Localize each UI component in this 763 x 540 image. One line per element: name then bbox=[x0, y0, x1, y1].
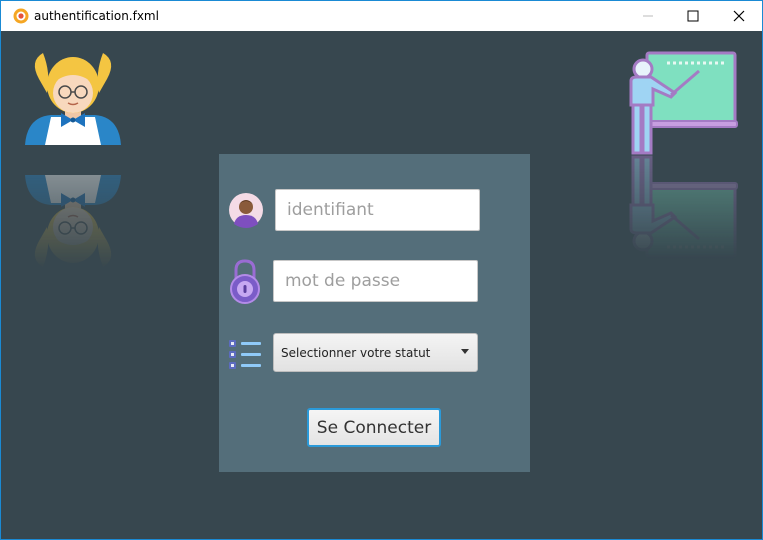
status-select[interactable]: Selectionner votre statut bbox=[273, 333, 478, 372]
app-logo-icon bbox=[13, 8, 29, 24]
connect-button[interactable]: Se Connecter bbox=[307, 408, 441, 447]
username-input[interactable]: identifiant bbox=[275, 189, 480, 231]
app-window: authentification.fxml identifiant mot de… bbox=[0, 0, 763, 540]
user-avatar-icon bbox=[229, 193, 263, 228]
content-area: identifiant mot de passe Selectionner vo… bbox=[1, 31, 762, 539]
list-icon bbox=[229, 340, 261, 369]
maximize-icon bbox=[687, 10, 699, 22]
minimize-button[interactable] bbox=[625, 1, 671, 31]
teacher-board-icon bbox=[629, 51, 739, 259]
padlock-icon bbox=[230, 259, 260, 304]
title-bar[interactable]: authentification.fxml bbox=[1, 1, 762, 31]
close-button[interactable] bbox=[716, 1, 762, 31]
status-select-label: Selectionner votre statut bbox=[281, 345, 431, 360]
window-title: authentification.fxml bbox=[34, 9, 159, 23]
maximize-button[interactable] bbox=[670, 1, 716, 31]
student-girl-icon bbox=[24, 52, 122, 268]
chevron-down-icon bbox=[461, 349, 469, 354]
close-icon bbox=[733, 10, 745, 22]
password-input[interactable]: mot de passe bbox=[273, 260, 478, 302]
minimize-icon bbox=[643, 15, 653, 17]
login-panel: identifiant mot de passe Selectionner vo… bbox=[219, 154, 530, 472]
